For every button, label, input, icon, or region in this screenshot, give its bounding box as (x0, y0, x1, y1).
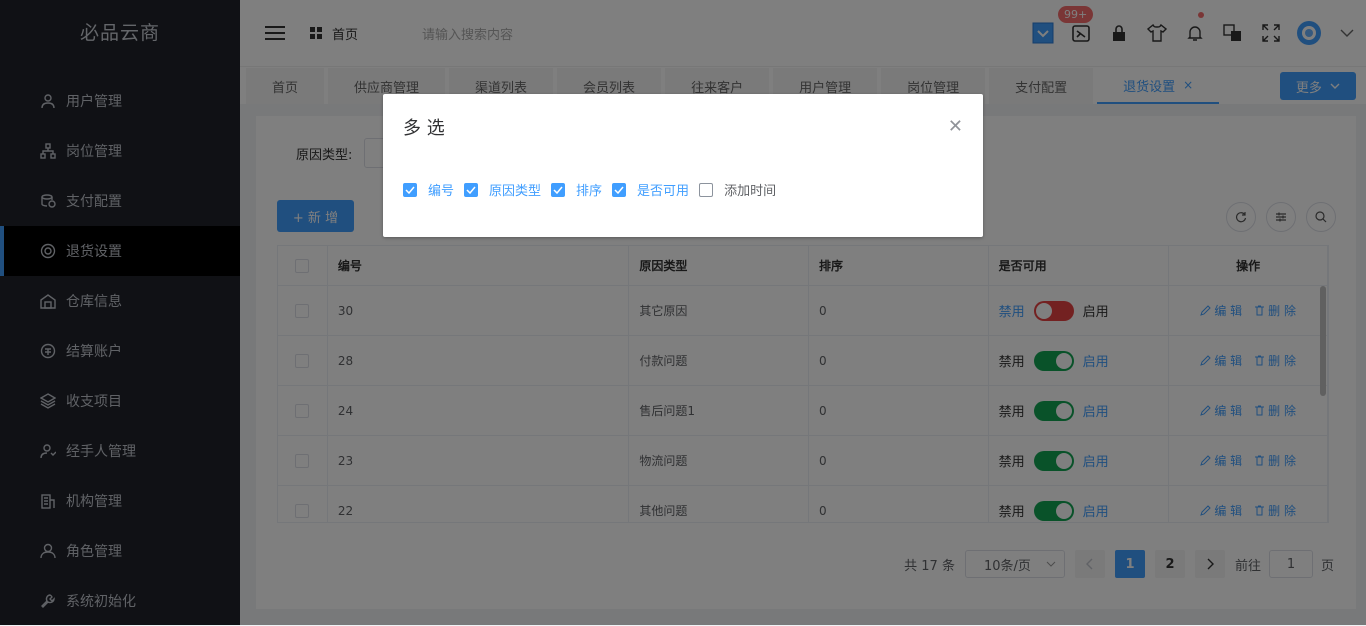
column-checkbox-group: 编号 原因类型 排序 是否可用 添加时间 (403, 180, 786, 199)
checkbox-label: 原因类型 (489, 184, 542, 199)
checkbox-sort[interactable]: 排序 (551, 180, 602, 199)
checkbox-id[interactable]: 编号 (403, 180, 454, 199)
multi-select-dialog: 多 选 ✕ 编号 原因类型 排序 是否可用 添加时间 (383, 94, 983, 237)
checkbox-label: 排序 (576, 184, 603, 199)
check-icon (612, 182, 627, 197)
check-icon (403, 182, 417, 197)
checkbox-label: 编号 (428, 184, 455, 199)
check-icon (551, 182, 566, 197)
checkbox-label: 是否可用 (637, 184, 690, 199)
checkbox-enabled[interactable]: 是否可用 (612, 180, 689, 199)
close-icon[interactable]: ✕ (948, 116, 963, 137)
checkbox-box (699, 182, 714, 197)
checkbox-add-time[interactable]: 添加时间 (699, 180, 776, 199)
check-icon (464, 182, 479, 197)
checkbox-reason-type[interactable]: 原因类型 (464, 180, 541, 199)
dialog-title: 多 选 (403, 118, 445, 139)
checkbox-label: 添加时间 (724, 184, 777, 199)
